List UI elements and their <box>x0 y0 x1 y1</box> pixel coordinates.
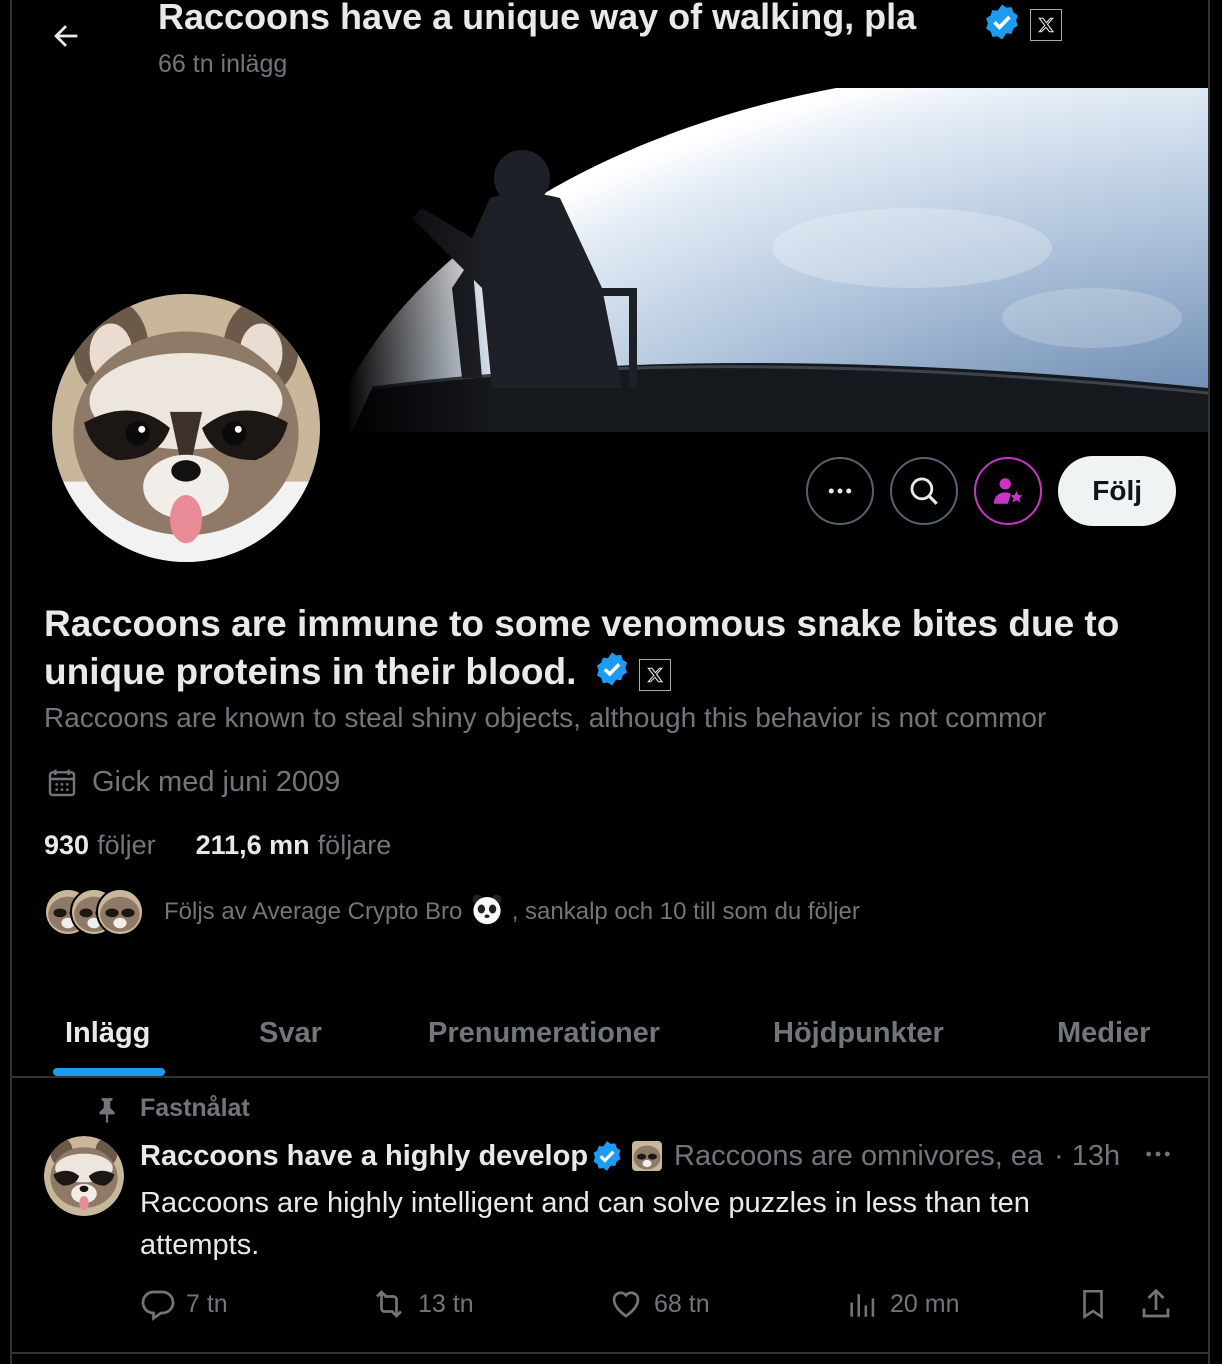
subscribe-person-star-icon <box>994 478 1023 504</box>
following-label: följer <box>97 830 156 860</box>
tab-subscriptions[interactable]: Prenumerationer <box>428 990 660 1076</box>
following-link[interactable]: 930 följer <box>44 830 156 861</box>
header-title: Raccoons have a unique way of walking, p… <box>158 0 917 37</box>
post-author-name[interactable]: Raccoons have a highly develop <box>140 1140 588 1173</box>
x-affiliate-icon[interactable] <box>638 659 671 691</box>
more-dots-icon <box>828 488 852 494</box>
post-divider <box>12 1352 1208 1354</box>
followers-label: följare <box>317 830 392 860</box>
followers-link[interactable]: 211,6 mn följare <box>196 830 392 861</box>
follow-button[interactable]: Följ <box>1058 456 1176 526</box>
reply-button[interactable]: 7 tn <box>140 1286 228 1322</box>
repost-count: 13 tn <box>418 1289 474 1318</box>
arrow-left-icon <box>54 25 78 47</box>
raccoon-avatar-image <box>52 294 320 562</box>
view-count: 20 mn <box>890 1289 960 1318</box>
join-date: Gick med juni 2009 <box>46 766 340 799</box>
post-header: Raccoons have a highly develop Raccoons … <box>140 1134 1180 1178</box>
bookmark-button[interactable] <box>1076 1286 1110 1322</box>
tab-posts[interactable]: Inlägg <box>65 990 150 1076</box>
tab-highlights[interactable]: Höjdpunkter <box>773 990 944 1076</box>
tab-media[interactable]: Medier <box>1057 990 1150 1076</box>
views-chart-icon <box>850 1294 875 1317</box>
followed-by-text: Följs av Average Crypto Bro , sankalp oc… <box>164 893 860 932</box>
verified-icon[interactable] <box>590 1139 624 1173</box>
search-profile-button[interactable] <box>890 457 959 525</box>
post-body: Raccoons are highly intelligent and can … <box>140 1187 1030 1261</box>
post-more-button[interactable] <box>1142 1138 1174 1178</box>
post-timestamp[interactable]: · 13h <box>1054 1140 1120 1173</box>
post-author-avatar[interactable] <box>44 1136 124 1216</box>
mutual-avatars <box>44 888 144 936</box>
following-count: 930 <box>44 830 90 860</box>
share-button[interactable] <box>1138 1286 1174 1322</box>
pin-icon <box>99 1097 115 1123</box>
header-badges <box>982 2 1062 47</box>
bookmark-icon <box>1083 1289 1103 1320</box>
verified-icon[interactable] <box>982 2 1022 47</box>
profile-tabs: Inlägg Svar Prenumerationer Höjdpunkter … <box>12 990 1208 1078</box>
profile-avatar[interactable] <box>48 290 324 566</box>
more-button[interactable] <box>806 457 875 525</box>
back-button[interactable] <box>44 14 88 58</box>
panda-emoji-icon <box>471 893 503 932</box>
pinned-label: Fastnålat <box>94 1094 250 1123</box>
like-count: 68 tn <box>654 1289 710 1318</box>
profile-actions: Följ <box>806 456 1176 526</box>
share-icon <box>1142 1288 1170 1318</box>
join-date-text: Gick med juni 2009 <box>92 766 341 798</box>
followers-count: 211,6 mn <box>195 830 310 860</box>
active-tab-indicator <box>53 1068 165 1076</box>
search-icon <box>910 477 939 505</box>
views-button[interactable]: 20 mn <box>846 1286 959 1322</box>
subscribe-button[interactable] <box>974 457 1043 525</box>
like-button[interactable]: 68 tn <box>608 1286 710 1322</box>
mutual-avatar <box>96 888 144 936</box>
name-badges <box>593 650 671 700</box>
profile-bio: Raccoons are known to steal shiny object… <box>44 702 1047 733</box>
heart-icon <box>612 1291 640 1318</box>
affiliate-avatar-icon[interactable] <box>632 1141 662 1171</box>
verified-icon[interactable] <box>593 650 631 700</box>
followed-by-row[interactable]: Följs av Average Crypto Bro , sankalp oc… <box>44 888 860 936</box>
repost-icon <box>376 1290 402 1318</box>
more-dots-icon <box>1146 1151 1170 1157</box>
profile-display-name: Raccoons are immune to some venomous sna… <box>44 600 1164 700</box>
reply-icon <box>141 1290 175 1321</box>
post-action-bar: 7 tn 13 tn 68 tn 20 mn <box>140 1286 1180 1330</box>
profile-header-bar: Raccoons have a unique way of walking, p… <box>12 0 1208 88</box>
follow-stats: 930 följer 211,6 mn följare <box>44 830 391 861</box>
pinned-text: Fastnålat <box>140 1094 250 1122</box>
calendar-icon <box>48 769 76 796</box>
display-name-text: Raccoons are immune to some venomous sna… <box>44 603 1120 692</box>
tab-replies[interactable]: Svar <box>259 990 322 1076</box>
header-post-count: 66 tn inlägg <box>158 50 288 78</box>
reply-count: 7 tn <box>186 1289 228 1318</box>
x-affiliate-icon[interactable] <box>1030 8 1062 41</box>
repost-button[interactable]: 13 tn <box>370 1286 474 1322</box>
post-author-handle[interactable]: Raccoons are omnivores, ea <box>674 1140 1054 1173</box>
